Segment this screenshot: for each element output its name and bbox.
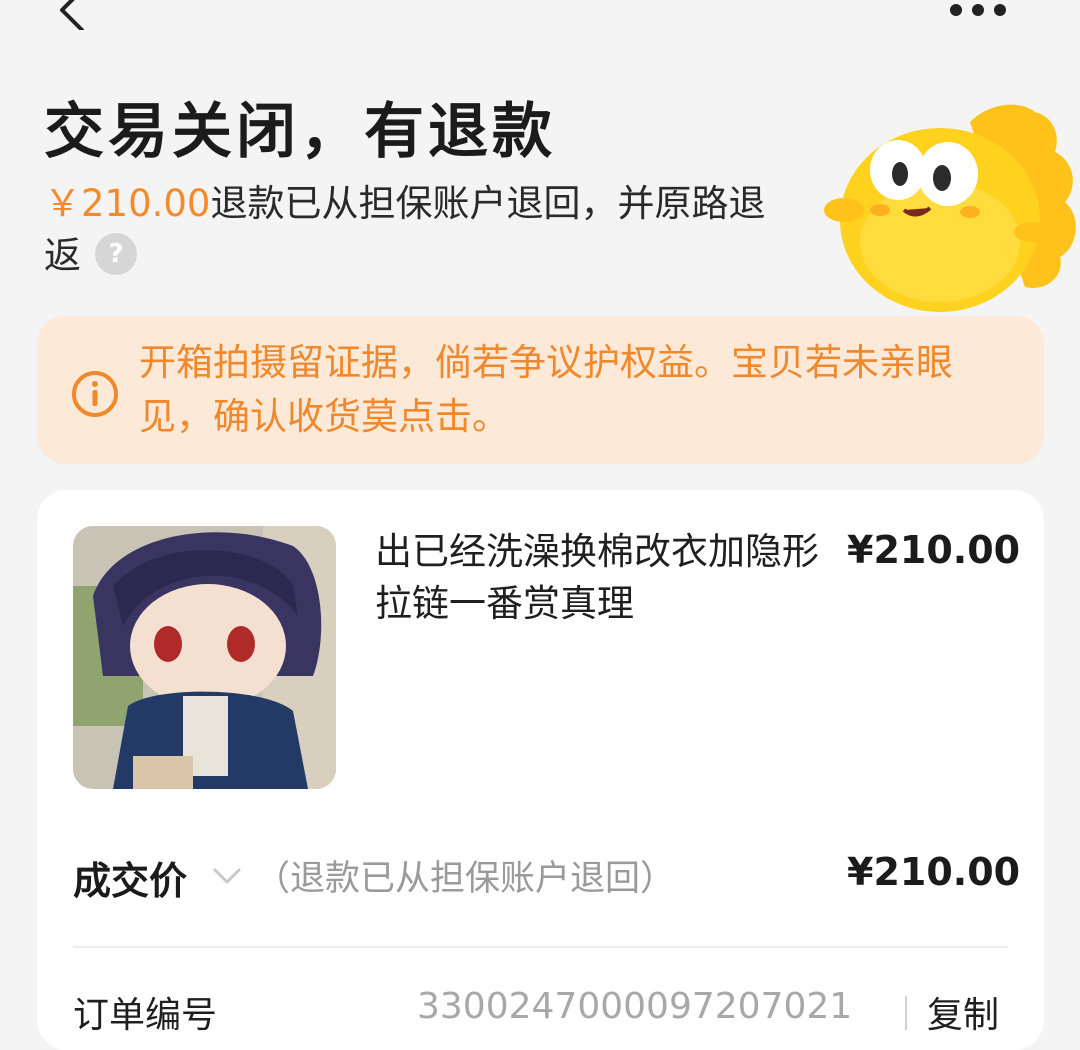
- divider: [905, 996, 907, 1030]
- refund-description: ￥210.00退款已从担保账户退回，并原路退返?: [44, 178, 784, 282]
- chevron-down-icon[interactable]: [209, 858, 245, 894]
- copy-button[interactable]: 复制: [927, 986, 999, 1038]
- product-image[interactable]: [73, 526, 336, 789]
- notice-text: 开箱拍摄留证据，倘若争议护权益。宝贝若未亲眼见，确认收货莫点击。: [139, 341, 953, 438]
- deal-price-value: ¥210.00: [847, 850, 1021, 894]
- refund-amount: ￥210.00: [44, 182, 211, 225]
- notice-banner: 开箱拍摄留证据，倘若争议护权益。宝贝若未亲眼见，确认收货莫点击。: [37, 316, 1044, 464]
- more-icon[interactable]: [950, 0, 1020, 20]
- product-price: ¥210.00: [847, 528, 1021, 572]
- order-card: 出已经洗澡换棉改衣加隐形拉链一番赏真理 ¥210.00 成交价 （退款已从担保账…: [37, 490, 1044, 1050]
- mascot-fish-icon: [824, 104, 1076, 312]
- back-arrow-icon[interactable]: [50, 0, 92, 30]
- order-number-label: 订单编号: [73, 995, 218, 1036]
- deal-price-note: （退款已从担保账户退回）: [255, 859, 676, 899]
- info-icon: [72, 371, 118, 417]
- order-number: 3300247000097207021: [417, 986, 853, 1027]
- page-title: 交易关闭，有退款: [44, 97, 556, 167]
- divider: [73, 946, 1008, 948]
- product-title[interactable]: 出已经洗澡换棉改衣加隐形拉链一番赏真理: [375, 526, 825, 630]
- help-icon[interactable]: ?: [95, 232, 137, 275]
- deal-price-label: 成交价: [73, 859, 188, 903]
